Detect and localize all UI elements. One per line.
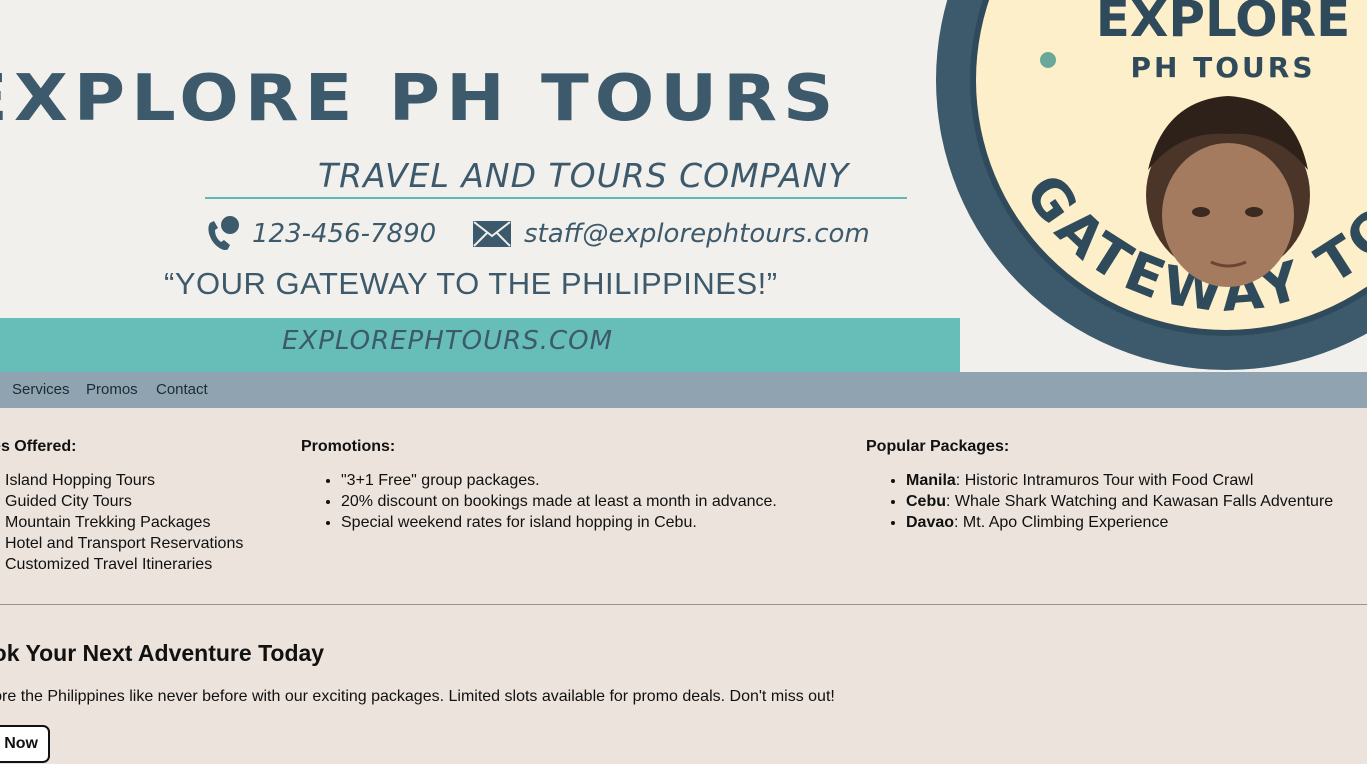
mail-icon — [473, 221, 511, 247]
banner-divider — [205, 197, 907, 199]
banner-email: staff@explorephtours.com — [472, 212, 870, 256]
packages-list: Manila: Historic Intramuros Tour with Fo… — [866, 470, 1333, 533]
cta-text: Explore the Philippines like never befor… — [0, 688, 835, 705]
promotions-list: "3+1 Free" group packages. 20% discount … — [301, 470, 777, 533]
banner-title: EXPLORE PH TOURS — [0, 60, 840, 136]
logo-sub-text: PH TOURS — [1130, 51, 1315, 84]
package-place: Cebu — [906, 493, 946, 510]
nav-contact[interactable]: Contact — [156, 381, 208, 398]
services-heading: Services Offered: — [0, 438, 77, 455]
package-desc: : Historic Intramuros Tour with Food Cra… — [955, 472, 1254, 489]
package-place: Davao — [906, 514, 955, 531]
section-divider — [0, 604, 1367, 605]
cta-heading: Book Your Next Adventure Today — [0, 640, 325, 666]
package-desc: : Mt. Apo Climbing Experience — [954, 514, 1169, 531]
phone-number: 123-456-7890 — [252, 219, 437, 249]
logo-top-text: EXPLORE — [1096, 0, 1351, 48]
services-item: Mountain Trekking Packages — [5, 514, 211, 531]
services-list: Island Hopping Tours Guided City Tours M… — [0, 470, 243, 575]
promotions-item: 20% discount on bookings made at least a… — [341, 491, 777, 512]
banner-tagline: “YOUR GATEWAY TO THE PHILIPPINES!” — [164, 266, 778, 301]
services-section: Services Offered: Island Hopping Tours G… — [0, 438, 243, 575]
banner-subtitle: TRAVEL AND TOURS COMPANY — [318, 156, 850, 195]
packages-item: Cebu: Whale Shark Watching and Kawasan F… — [906, 491, 1333, 512]
nav-services[interactable]: Services — [12, 381, 70, 398]
services-item: Guided City Tours — [5, 493, 132, 510]
services-item: Hotel and Transport Reservations — [5, 535, 244, 552]
packages-heading: Popular Packages: — [866, 438, 1010, 455]
packages-item: Manila: Historic Intramuros Tour with Fo… — [906, 470, 1333, 491]
banner-website: EXPLOREPHTOURS.COM — [282, 326, 614, 356]
services-item: Island Hopping Tours — [5, 472, 156, 489]
package-place: Manila — [906, 472, 956, 489]
phone-icon — [208, 216, 239, 251]
services-item: Customized Travel Itineraries — [5, 556, 213, 573]
packages-item: Davao: Mt. Apo Climbing Experience — [906, 512, 1333, 533]
promotions-item: "3+1 Free" group packages. — [341, 470, 777, 491]
banner-phone: 123-456-7890 — [204, 212, 436, 256]
header-banner: EXPLORE PH TOURS TRAVEL AND TOURS COMPAN… — [0, 0, 1367, 372]
promotions-section: Promotions: "3+1 Free" group packages. 2… — [301, 438, 777, 533]
logo-badge: GATEWAY TO THE PHILIPPINES EXPLORE PH TO… — [936, 0, 1367, 370]
main-nav: Services Promos Contact — [0, 372, 1367, 408]
nav-promos[interactable]: Promos — [86, 381, 138, 398]
book-now-button[interactable]: Book Now — [0, 725, 50, 763]
promotions-heading: Promotions: — [301, 438, 396, 455]
email-address: staff@explorephtours.com — [524, 219, 870, 249]
packages-section: Popular Packages: Manila: Historic Intra… — [866, 438, 1333, 533]
package-desc: : Whale Shark Watching and Kawasan Falls… — [946, 493, 1334, 510]
promotions-item: Special weekend rates for island hopping… — [341, 512, 777, 533]
